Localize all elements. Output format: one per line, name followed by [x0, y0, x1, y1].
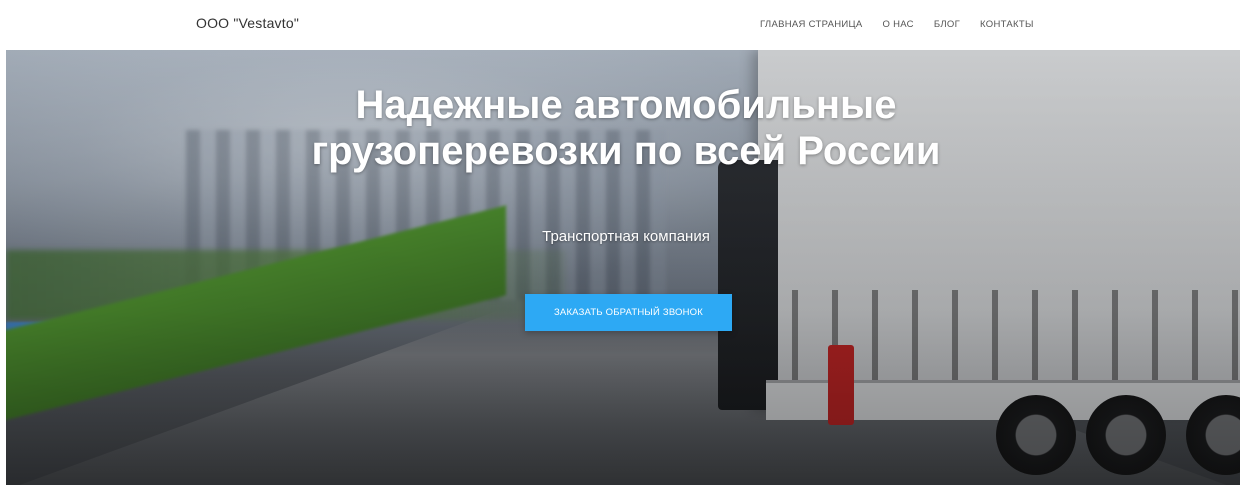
nav-item-contacts[interactable]: КОНТАКТЫ	[980, 19, 1034, 30]
nav-item-blog[interactable]: БЛОГ	[934, 19, 960, 30]
callback-request-button[interactable]: ЗАКАЗАТЬ ОБРАТНЫЙ ЗВОНОК	[525, 294, 732, 331]
hero-section: Надежные автомобильные грузоперевозки по…	[6, 50, 1240, 485]
site-header: ООО "Vestavto" ГЛАВНАЯ СТРАНИЦА О НАС БЛ…	[0, 0, 1246, 50]
nav-item-about[interactable]: О НАС	[882, 19, 913, 30]
site-logo-text[interactable]: ООО "Vestavto"	[196, 15, 299, 31]
nav-item-home[interactable]: ГЛАВНАЯ СТРАНИЦА	[760, 19, 862, 30]
hero-subtitle: Транспортная компания	[542, 228, 710, 245]
hero-title: Надежные автомобильные грузоперевозки по…	[311, 83, 941, 173]
main-nav: ГЛАВНАЯ СТРАНИЦА О НАС БЛОГ КОНТАКТЫ	[760, 19, 1054, 30]
